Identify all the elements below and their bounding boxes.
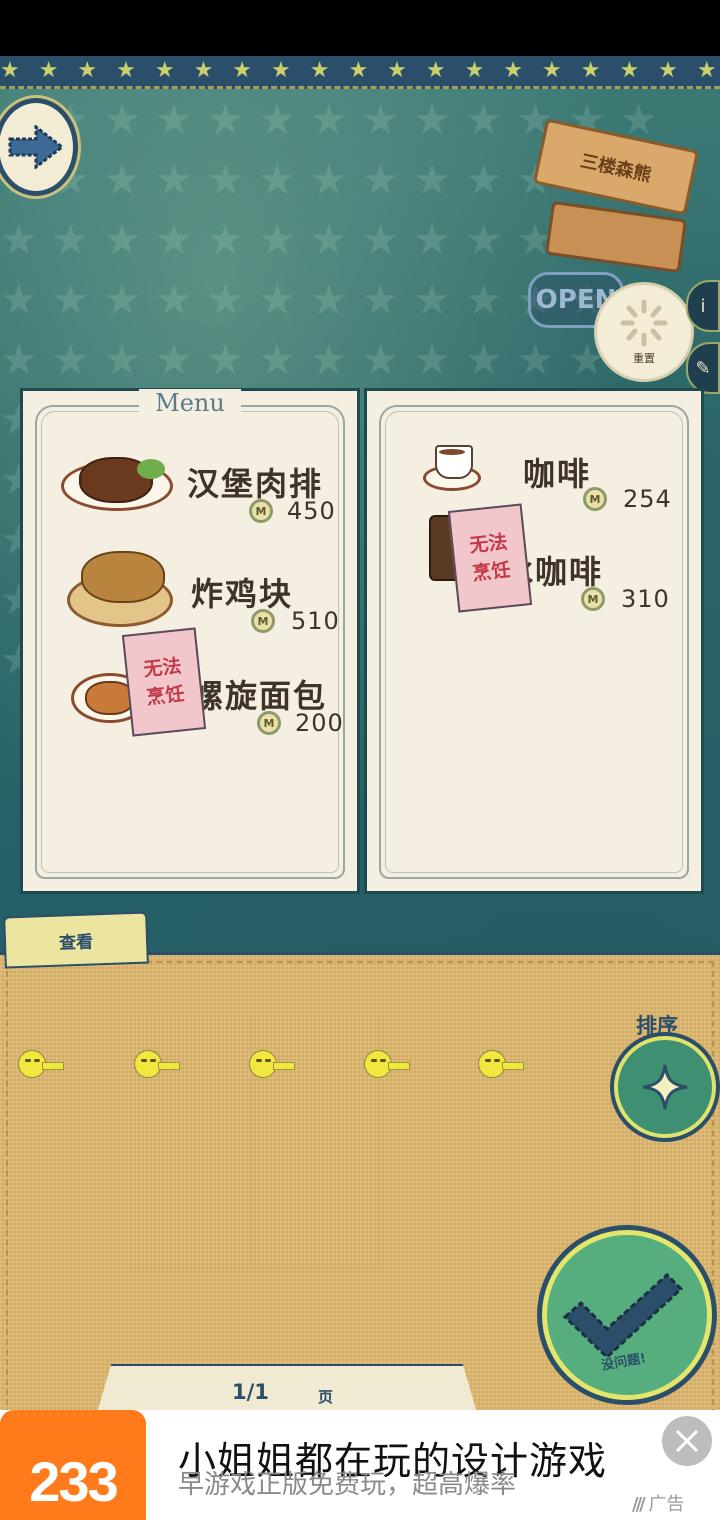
menu-title: Menu — [23, 389, 357, 417]
dish-price: 200 — [295, 709, 344, 737]
customer-slot[interactable] — [18, 1050, 64, 1082]
sparkle-icon — [642, 1064, 688, 1110]
customer-slot[interactable] — [478, 1050, 524, 1082]
menu-item-hamburg-steak[interactable]: 汉堡肉排 M 450 — [23, 441, 363, 541]
cannot-cook-stamp: 无法 烹饪 — [121, 627, 207, 737]
dish-price: 310 — [621, 585, 670, 613]
ad-logo[interactable]: 233 — [0, 1410, 146, 1520]
view-tab[interactable]: 查看 — [3, 911, 149, 969]
customer-slot[interactable] — [134, 1050, 180, 1082]
arrow-right-icon — [8, 125, 64, 169]
coin-icon: M — [581, 587, 605, 611]
menu-panel-right: 咖啡 M 254 冰咖啡 M 310 无法 烹饪 — [364, 388, 704, 894]
customer-slot[interactable] — [364, 1050, 410, 1082]
coffee-icon — [423, 443, 483, 493]
confirm-button[interactable]: 没问题! — [542, 1230, 712, 1400]
fried-chicken-icon — [67, 547, 175, 627]
dish-price: 450 — [287, 497, 336, 525]
coin-icon: M — [257, 711, 281, 735]
coin-icon: M — [249, 499, 273, 523]
reset-icon — [620, 299, 668, 347]
page-indicator: 1/1 页 — [96, 1364, 478, 1416]
dish-name: 咖啡 — [523, 455, 592, 493]
coin-icon: M — [251, 609, 275, 633]
close-icon — [675, 1429, 699, 1453]
ad-close-button[interactable] — [662, 1416, 712, 1466]
status-bar — [0, 0, 720, 56]
ad-tag: /// 广告 — [632, 1490, 684, 1516]
checkmark-icon — [562, 1272, 684, 1360]
menu-panel-left: Menu 汉堡肉排 M 450 炸鸡块 M 510 螺旋面包 M 200 无法 … — [20, 388, 360, 894]
star-border: ★ ★ ★ ★ ★ ★ ★ ★ ★ ★ ★ ★ ★ ★ ★ ★ ★ ★ ★ ★ … — [0, 56, 720, 89]
sort-button[interactable] — [614, 1036, 716, 1138]
ad-mark-icon: /// — [632, 1494, 646, 1515]
page-number: 1/1 — [232, 1380, 269, 1404]
reset-button[interactable]: 重置 — [594, 282, 694, 382]
ad-banner[interactable]: 233 小姐姐都在玩的设计游戏 早游戏正版免费玩，超高爆率 — [0, 1410, 720, 1520]
dish-name: 炸鸡块 — [191, 575, 294, 613]
dish-price: 510 — [291, 607, 340, 635]
customer-slot[interactable] — [249, 1050, 295, 1082]
reset-label: 重置 — [633, 352, 655, 365]
ad-tag-label: 广告 — [648, 1494, 685, 1515]
menu-item-iced-coffee[interactable]: 冰咖啡 M 310 无法 烹饪 — [367, 503, 707, 617]
cannot-cook-stamp: 无法 烹饪 — [447, 503, 533, 613]
menu-item-spiral-bread[interactable]: 螺旋面包 M 200 无法 烹饪 — [23, 627, 363, 751]
hamburg-steak-icon — [61, 451, 173, 513]
ad-subtitle[interactable]: 早游戏正版免费玩，超高爆率 — [178, 1464, 516, 1501]
page-unit: 页 — [318, 1388, 334, 1406]
shop-sign-text: 三楼森熊 — [578, 150, 654, 187]
